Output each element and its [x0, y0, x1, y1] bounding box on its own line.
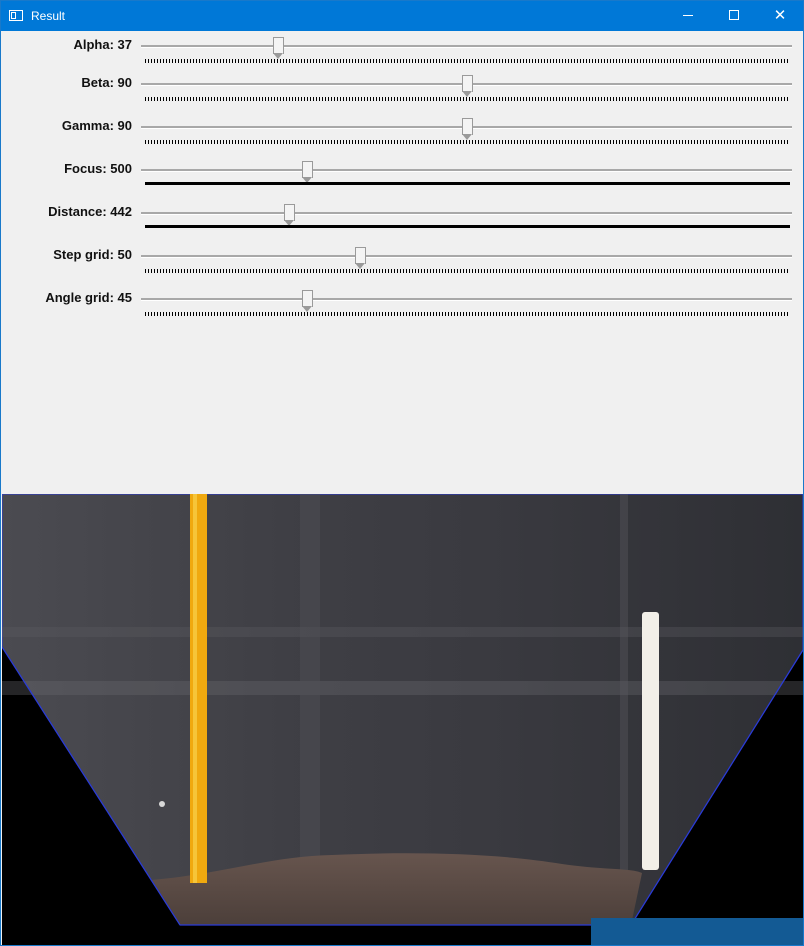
- tick-marks: [145, 59, 790, 63]
- slider-track[interactable]: [141, 255, 792, 258]
- close-button[interactable]: ✕: [757, 1, 803, 31]
- tick-marks: [145, 225, 790, 228]
- trackbar-beta[interactable]: Beta: 90: [1, 70, 803, 110]
- tick-marks: [145, 312, 790, 316]
- trackbar-gamma[interactable]: Gamma: 90: [1, 113, 803, 153]
- result-window: Result ✕ Alpha: 37 Beta: 90 Gamma: 90 Fo…: [0, 0, 804, 946]
- slider-thumb[interactable]: [462, 118, 473, 140]
- slider-thumb[interactable]: [462, 75, 473, 97]
- trackbar-alpha[interactable]: Alpha: 37: [1, 32, 803, 72]
- maximize-icon: [729, 10, 739, 20]
- trackbar-label: Beta: 90: [81, 75, 132, 90]
- tick-marks: [145, 269, 790, 273]
- trackbar-panel: Alpha: 37 Beta: 90 Gamma: 90 Focus: 500 …: [1, 32, 803, 493]
- minimize-icon: [683, 15, 693, 16]
- close-icon: ✕: [773, 7, 787, 24]
- camera-image: [2, 494, 803, 926]
- white-pole: [642, 612, 659, 870]
- title-bar[interactable]: Result ✕: [1, 1, 803, 31]
- tick-marks: [145, 140, 790, 144]
- slider-track[interactable]: [141, 169, 792, 172]
- yellow-pole: [190, 494, 207, 883]
- warped-camera-view: [2, 494, 803, 945]
- slider-track[interactable]: [141, 45, 792, 48]
- slider-thumb[interactable]: [302, 161, 313, 183]
- trackbar-label: Distance: 442: [48, 204, 132, 219]
- slider-track[interactable]: [141, 298, 792, 301]
- trackbar-label: Step grid: 50: [53, 247, 132, 262]
- trackbar-label: Angle grid: 45: [45, 290, 132, 305]
- window-title: Result: [31, 9, 66, 23]
- minimize-button[interactable]: [665, 1, 711, 31]
- trackbar-label: Focus: 500: [64, 161, 132, 176]
- trackbar-focus[interactable]: Focus: 500: [1, 156, 803, 196]
- maximize-button[interactable]: [711, 1, 757, 31]
- slider-track[interactable]: [141, 212, 792, 215]
- trackbar-distance[interactable]: Distance: 442: [1, 199, 803, 239]
- slider-thumb[interactable]: [355, 247, 366, 269]
- tick-marks: [145, 97, 790, 101]
- trackbar-angle-grid[interactable]: Angle grid: 45: [1, 285, 803, 325]
- slider-thumb[interactable]: [284, 204, 295, 226]
- trackbar-step-grid[interactable]: Step grid: 50: [1, 242, 803, 282]
- app-window-icon: [9, 10, 23, 21]
- slider-thumb[interactable]: [302, 290, 313, 312]
- trackbar-label: Gamma: 90: [61, 118, 132, 133]
- slider-thumb[interactable]: [273, 37, 284, 59]
- trackbar-label: Alpha: 37: [73, 37, 132, 52]
- overlay-panel-corner: [591, 918, 803, 945]
- tick-marks: [145, 182, 790, 185]
